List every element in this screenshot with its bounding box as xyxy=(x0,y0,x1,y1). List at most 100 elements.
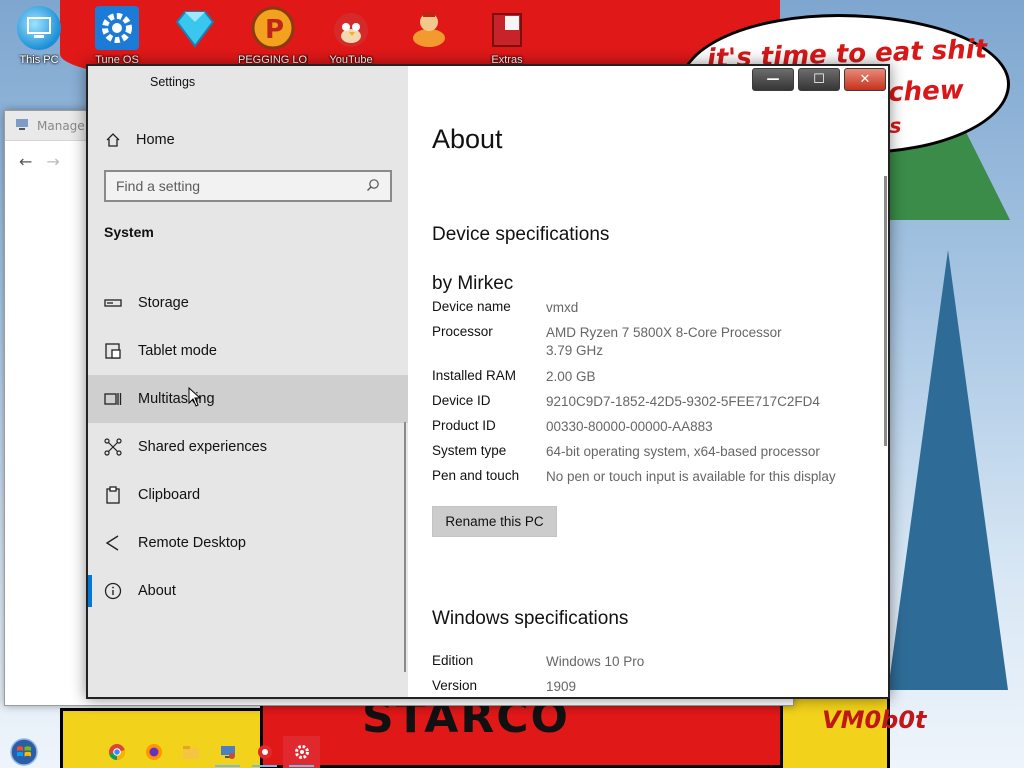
window-controls: — ☐ ✕ xyxy=(752,68,886,91)
close-icon: ✕ xyxy=(859,72,871,87)
info-icon xyxy=(104,582,122,600)
wallpaper-signature: VM0b0t xyxy=(822,706,927,734)
spec-value: 2.00 GB xyxy=(546,369,596,384)
nav-item-shared-experiences[interactable]: Shared experiences xyxy=(88,423,408,471)
spec-value: vmxd xyxy=(546,300,579,315)
search-input[interactable] xyxy=(116,178,366,194)
shared-experiences-icon xyxy=(104,438,122,456)
spec-value: 64-bit operating system, x64-based proce… xyxy=(546,444,820,459)
nav-scrollbar[interactable] xyxy=(404,422,406,672)
page-title: About xyxy=(432,124,503,154)
chrome-icon xyxy=(108,744,125,761)
spec-row: System type 64-bit operating system, x64… xyxy=(432,440,836,465)
spec-key: System type xyxy=(432,443,507,458)
desktop-icon-diamond[interactable] xyxy=(160,6,230,54)
spec-row: Installed RAM 2.00 GB xyxy=(432,365,836,390)
spec-key: Version xyxy=(432,678,478,693)
section-label: System xyxy=(104,224,154,240)
wallpaper-tree xyxy=(888,250,1008,690)
monitor-icon xyxy=(17,6,61,50)
nav-item-remote-desktop[interactable]: Remote Desktop xyxy=(88,519,408,567)
search-box[interactable] xyxy=(104,170,392,202)
tablet-mode-icon xyxy=(104,342,122,360)
nav-item-label: Tablet mode xyxy=(138,343,217,359)
file-explorer-icon xyxy=(182,746,199,759)
desktop-icon-extras[interactable]: Extras xyxy=(472,6,542,66)
spec-value: Windows 10 Pro xyxy=(546,654,645,669)
spec-row: Device ID 9210C9D7-1852-42D5-9302-5FEE71… xyxy=(432,390,836,415)
storage-icon xyxy=(104,294,122,312)
computer-management-icon xyxy=(15,117,29,134)
maximize-icon: ☐ xyxy=(813,72,825,87)
brand-label: by Mirkec xyxy=(432,273,514,294)
content-scrollbar[interactable] xyxy=(884,176,887,446)
close-button[interactable]: ✕ xyxy=(844,68,886,91)
nav-item-tablet-mode[interactable]: Tablet mode xyxy=(88,327,408,375)
taskbar-file-explorer[interactable] xyxy=(172,736,209,768)
p-badge-icon: P xyxy=(251,6,295,50)
desktop-icon-this-pc[interactable]: This PC xyxy=(4,6,74,66)
minimize-icon: — xyxy=(766,72,780,87)
nav-item-multitasking[interactable]: Multitasking xyxy=(88,375,408,423)
spec-value: 9210C9D7-1852-42D5-9302-5FEE717C2FD4 xyxy=(546,394,820,409)
nav-item-about[interactable]: About xyxy=(88,567,408,615)
settings-nav-pane: Settings Home System Storage xyxy=(88,66,408,697)
spec-row: Pen and touch No pen or touch input is a… xyxy=(432,465,836,490)
nav-item-label: Multitasking xyxy=(138,391,215,407)
spec-key: Installed RAM xyxy=(432,368,517,383)
back-arrow-icon[interactable]: ← xyxy=(19,152,32,171)
taskbar-chrome[interactable] xyxy=(98,736,135,768)
spec-value: AMD Ryzen 7 5800X 8-Core Processor 3.79 … xyxy=(546,325,782,358)
search-icon[interactable] xyxy=(366,177,380,196)
taskbar-app[interactable] xyxy=(246,736,283,768)
start-button[interactable] xyxy=(6,737,42,767)
spec-row: Edition Windows 10 Pro xyxy=(432,650,644,675)
device-specifications-heading: Device specifications xyxy=(432,224,610,245)
spec-row: Product ID 00330-80000-00000-AA883 xyxy=(432,415,836,440)
home-icon xyxy=(104,131,122,149)
taskbar-firefox[interactable] xyxy=(135,736,172,768)
character-icon xyxy=(407,6,451,50)
settings-gear-icon xyxy=(294,745,309,759)
home-link[interactable]: Home xyxy=(104,128,175,152)
desktop-icon-character[interactable] xyxy=(394,6,464,54)
desktop-icon-youtube[interactable]: YouTube xyxy=(316,6,386,66)
desktop-icon-pegging[interactable]: P PEGGING LOL xyxy=(238,6,308,66)
spec-key: Processor xyxy=(432,324,493,339)
spec-key: Edition xyxy=(432,653,474,668)
windows-specifications-heading: Windows specifications xyxy=(432,608,629,629)
settings-nav-list: Storage Tablet mode Multitasking Shared … xyxy=(88,279,408,615)
multitasking-icon xyxy=(104,390,122,408)
spec-row: Device name vmxd xyxy=(432,296,836,321)
app-icon xyxy=(257,745,272,759)
box-icon xyxy=(485,6,529,50)
spec-value: No pen or touch input is available for t… xyxy=(546,469,836,484)
taskbar-computer-management[interactable] xyxy=(209,736,246,768)
remote-desktop-icon xyxy=(104,534,122,552)
windows-logo-icon xyxy=(10,738,38,766)
nav-item-clipboard[interactable]: Clipboard xyxy=(88,471,408,519)
spec-row: Processor AMD Ryzen 7 5800X 8-Core Proce… xyxy=(432,321,836,365)
forward-arrow-icon[interactable]: → xyxy=(46,152,59,171)
nav-item-label: Clipboard xyxy=(138,487,201,503)
maximize-button[interactable]: ☐ xyxy=(798,68,840,91)
rename-pc-button[interactable]: Rename this PC xyxy=(432,506,557,537)
settings-window[interactable]: Settings Home System Storage xyxy=(86,64,890,699)
computer-management-icon xyxy=(220,746,235,759)
spec-key: Product ID xyxy=(432,418,496,433)
background-window-title: Manage xyxy=(37,118,85,133)
taskbar-settings[interactable] xyxy=(283,736,320,768)
spec-key: Pen and touch xyxy=(432,468,520,483)
spec-value: 1909 xyxy=(546,679,577,694)
nav-item-label: Remote Desktop xyxy=(138,535,246,551)
spec-key: Device name xyxy=(432,299,511,314)
spec-value: 00330-80000-00000-AA883 xyxy=(546,419,713,434)
minimize-button[interactable]: — xyxy=(752,68,794,91)
nav-item-label: Storage xyxy=(138,295,189,311)
clipboard-icon xyxy=(104,486,122,504)
nav-item-label: Shared experiences xyxy=(138,439,267,455)
desktop-icon-tune-os[interactable]: Tune OS xyxy=(82,6,152,66)
nav-item-storage[interactable]: Storage xyxy=(88,279,408,327)
taskbar xyxy=(0,736,1024,768)
taskbar-spacer xyxy=(42,736,98,768)
